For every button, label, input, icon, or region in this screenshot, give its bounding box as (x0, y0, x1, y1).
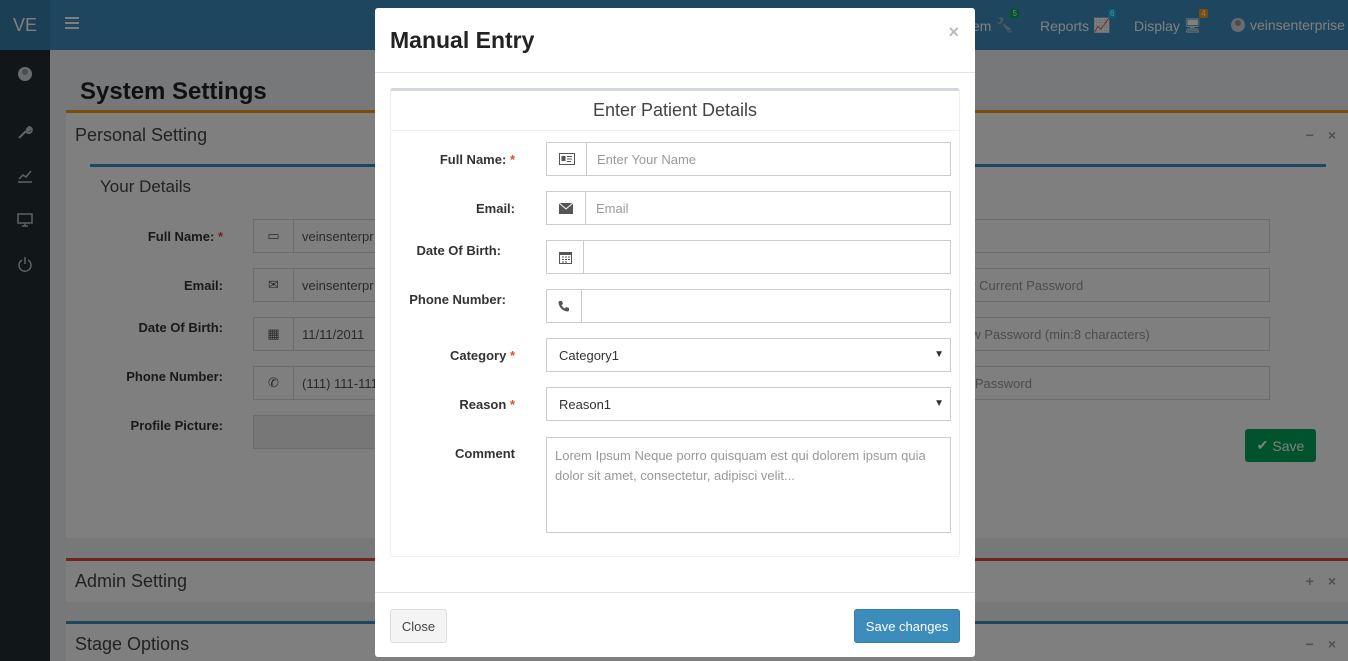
modal-footer: Close Save changes (375, 592, 975, 657)
patient-details-panel: Enter Patient Details Full Name: * Enter… (390, 88, 960, 557)
reason-select[interactable]: Reason1 ▼ (546, 387, 951, 421)
calendar-icon (547, 241, 584, 273)
email-label: Email: (475, 201, 515, 216)
phone-input[interactable] (546, 289, 951, 323)
modal-title: Manual Entry (390, 27, 535, 53)
caret-down-icon: ▼ (934, 349, 944, 360)
caret-down-icon: ▼ (934, 398, 944, 409)
email-input[interactable]: Email (546, 191, 951, 225)
close-button[interactable]: Close (390, 609, 447, 643)
reason-label: Reason * (459, 397, 515, 412)
comment-textarea[interactable]: Lorem Ipsum Neque porro quisquam est qui… (546, 437, 951, 533)
comment-label: Comment (455, 446, 515, 461)
close-icon[interactable]: × (948, 22, 959, 43)
envelope-icon (547, 192, 586, 224)
modal-header: Manual Entry × (375, 8, 975, 73)
phone-icon (547, 290, 582, 322)
category-select[interactable]: Category1 ▼ (546, 338, 951, 372)
manual-entry-modal: Manual Entry × Enter Patient Details Ful… (375, 8, 975, 657)
phone-label: Phone Number: (409, 292, 506, 307)
dob-input[interactable] (546, 240, 951, 274)
id-card-icon (547, 143, 587, 175)
category-label: Category * (449, 348, 515, 363)
panel-title: Enter Patient Details (391, 91, 959, 131)
dob-label: Date Of Birth: (416, 243, 502, 258)
full-name-label: Full Name: * (439, 152, 515, 167)
save-changes-button[interactable]: Save changes (854, 609, 960, 643)
full-name-input[interactable]: Enter Your Name (546, 142, 951, 176)
